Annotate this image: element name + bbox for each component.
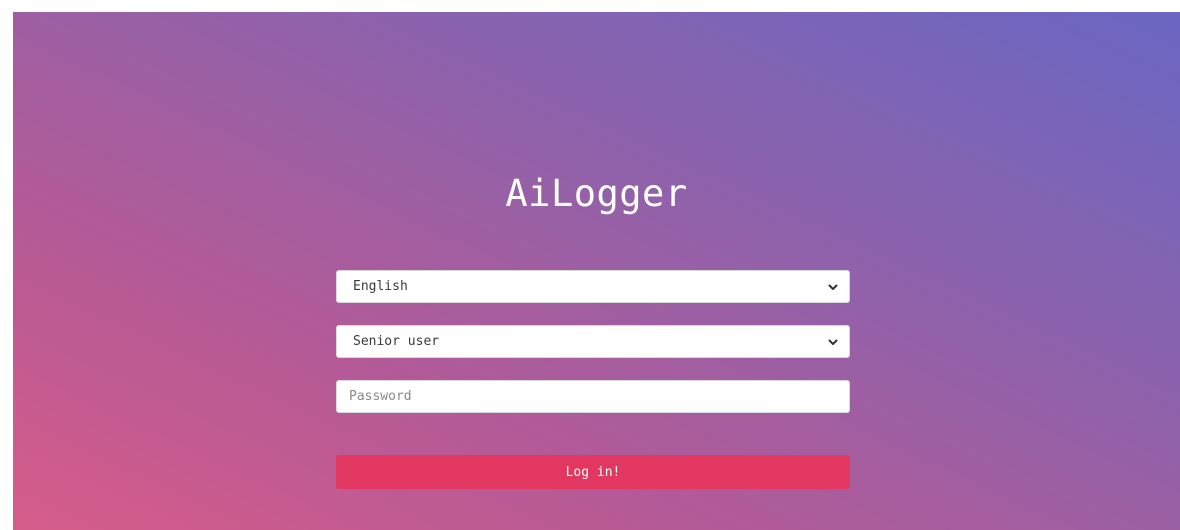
password-input[interactable]	[336, 380, 850, 413]
user-role-select[interactable]: Senior user	[336, 325, 850, 358]
app-title: AiLogger	[505, 172, 688, 215]
login-button[interactable]: Log in!	[336, 455, 850, 489]
login-page-background: AiLogger English Senior user Log in!	[13, 12, 1180, 530]
language-select[interactable]: English	[336, 270, 850, 303]
chevron-down-icon	[828, 284, 838, 290]
user-role-select-value: Senior user	[353, 334, 440, 349]
language-select-value: English	[353, 279, 408, 294]
chevron-down-icon	[828, 339, 838, 345]
